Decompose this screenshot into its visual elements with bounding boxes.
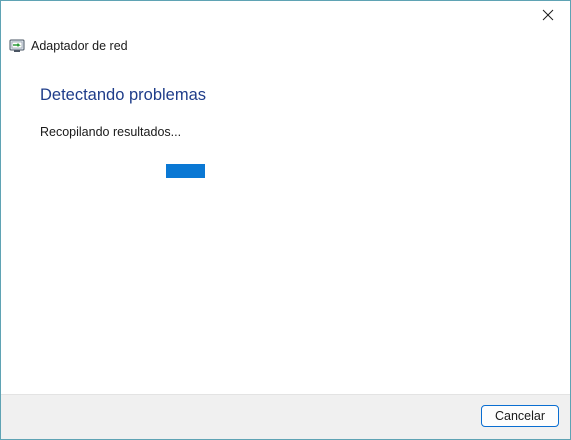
footer-bar: Cancelar bbox=[1, 394, 570, 439]
window-header: Adaptador de red bbox=[9, 37, 128, 55]
troubleshooter-window: Adaptador de red Detectando problemas Re… bbox=[0, 0, 571, 440]
title-bar bbox=[1, 1, 570, 33]
window-title: Adaptador de red bbox=[31, 39, 128, 53]
close-button[interactable] bbox=[528, 3, 568, 31]
network-troubleshooter-icon bbox=[9, 38, 25, 54]
progress-bar bbox=[40, 164, 340, 178]
status-text: Recopilando resultados... bbox=[40, 125, 182, 139]
cancel-button[interactable]: Cancelar bbox=[481, 405, 559, 427]
page-heading: Detectando problemas bbox=[40, 86, 207, 104]
progress-indicator bbox=[166, 164, 205, 178]
close-icon bbox=[542, 8, 554, 26]
